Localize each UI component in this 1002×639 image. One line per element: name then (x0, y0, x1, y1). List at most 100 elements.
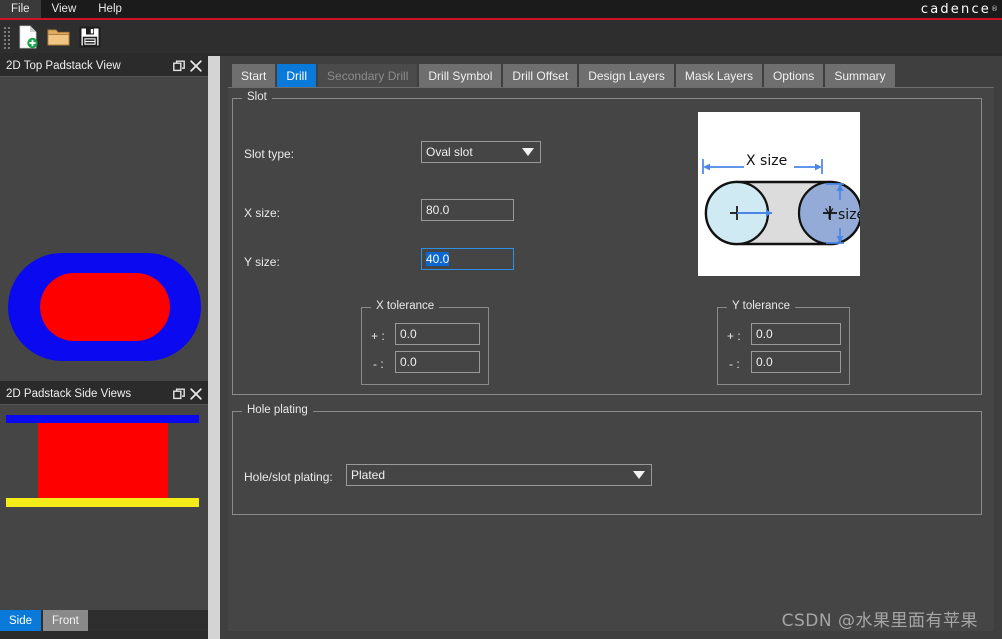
tab-start-label: Start (241, 68, 267, 83)
slot-type-combo[interactable]: Oval slot (421, 141, 541, 163)
hole-slot-plating-value: Plated (351, 468, 386, 482)
hole-plating-group: Hole plating Hole/slot plating: Plated (232, 404, 982, 515)
tab-design-layers[interactable]: Design Layers (579, 64, 674, 87)
main-tabbar: Start Drill Secondary Drill Drill Symbol… (232, 64, 897, 87)
close-icon (189, 60, 202, 72)
tab-drill-offset-label: Drill Offset (512, 68, 569, 83)
x-size-value: 80.0 (426, 203, 450, 217)
top-padstack-graphic (0, 77, 208, 381)
tab-mask-layers-label: Mask Layers (684, 68, 753, 83)
application-window: File View Help cadence ® 2D Top Padstack… (0, 0, 1002, 639)
y-tolerance-plus-label: + : (727, 329, 741, 343)
slot-illustration-svg: X size Y size (698, 112, 860, 276)
tab-summary[interactable]: Summary (825, 64, 895, 87)
tab-drill-symbol[interactable]: Drill Symbol (419, 64, 502, 87)
cadence-wordmark: cadence (920, 1, 991, 17)
y-size-input[interactable]: 40.0 (421, 248, 514, 270)
tab-side[interactable]: Side (0, 610, 42, 631)
x-tolerance-plus-value: 0.0 (400, 327, 417, 341)
tab-mask-layers[interactable]: Mask Layers (675, 64, 762, 87)
tab-drill-symbol-label: Drill Symbol (428, 68, 493, 83)
x-size-label: X size: (244, 206, 281, 220)
side-padstack-view-canvas[interactable] (0, 405, 208, 610)
side-padstack-panel-header: 2D Padstack Side Views (0, 384, 208, 405)
top-padstack-panel-title: 2D Top Padstack View (6, 60, 121, 72)
x-tolerance-minus-label: - : (373, 357, 384, 371)
chevron-down-icon (633, 471, 645, 479)
tab-start[interactable]: Start (232, 64, 276, 87)
side-view-tabstrip: Side Front (0, 610, 208, 631)
slot-illustration: X size Y size (698, 112, 860, 276)
hole-slot-plating-label: Hole/slot plating: (244, 470, 333, 484)
tab-drill-label: Drill (286, 68, 308, 83)
y-tolerance-plus-value: 0.0 (756, 327, 773, 341)
tab-drill[interactable]: Drill (277, 64, 317, 87)
slot-type-label: Slot type: (244, 147, 295, 161)
top-padstack-panel: 2D Top Padstack View (0, 56, 208, 381)
side-padstack-close-button[interactable] (187, 386, 204, 403)
float-window-icon (172, 60, 185, 72)
x-tolerance-minus-input[interactable]: 0.0 (395, 351, 480, 373)
left-dock: 2D Top Padstack View 2D Padstack Side Vi… (0, 56, 208, 639)
tab-front-label: Front (52, 614, 79, 627)
new-file-icon (19, 25, 38, 48)
y-tolerance-plus-input[interactable]: 0.0 (751, 323, 841, 345)
side-padstack-panel-title: 2D Padstack Side Views (6, 388, 132, 400)
side-padstack-float-button[interactable] (170, 386, 187, 403)
tab-summary-label: Summary (834, 68, 886, 83)
y-tolerance-group: Y tolerance + : 0.0 - : 0.0 (717, 300, 850, 385)
y-size-value: 40.0 (426, 252, 450, 266)
registered-mark: ® (991, 5, 998, 13)
menu-bar: File View Help cadence ® (0, 0, 1002, 18)
open-folder-icon (47, 29, 70, 45)
x-tolerance-plus-input[interactable]: 0.0 (395, 323, 480, 345)
top-padstack-float-button[interactable] (170, 58, 187, 75)
close-icon (189, 388, 202, 400)
main-pane: Start Drill Secondary Drill Drill Symbol… (220, 56, 1002, 639)
top-padstack-view-canvas[interactable] (0, 77, 208, 381)
menu-view[interactable]: View (41, 0, 88, 18)
tab-secondary-drill-label: Secondary Drill (327, 68, 409, 83)
tab-options[interactable]: Options (763, 64, 824, 87)
tab-front[interactable]: Front (43, 610, 88, 631)
tab-secondary-drill: Secondary Drill (318, 64, 418, 87)
tab-drill-offset[interactable]: Drill Offset (503, 64, 578, 87)
float-window-icon (172, 388, 185, 400)
x-tolerance-minus-value: 0.0 (400, 355, 417, 369)
x-size-caption-text: X size (746, 153, 787, 169)
cadence-logo: cadence ® (921, 0, 998, 18)
drill-tab-page: Slot Slot type: Oval slot X size: 80.0 Y… (228, 87, 994, 631)
top-padstack-close-button[interactable] (187, 58, 204, 75)
hole-slot-plating-combo[interactable]: Plated (346, 464, 652, 486)
tab-side-label: Side (9, 614, 33, 627)
chevron-down-icon (522, 148, 534, 156)
save-button[interactable] (75, 23, 105, 51)
menu-help[interactable]: Help (87, 0, 133, 18)
side-padstack-panel: 2D Padstack Side Views Side Front (0, 384, 208, 631)
slot-group-legend: Slot (242, 91, 272, 103)
new-file-button[interactable] (13, 23, 43, 51)
save-disk-icon (79, 26, 101, 47)
menu-file[interactable]: File (0, 0, 41, 18)
y-tolerance-minus-value: 0.0 (756, 355, 773, 369)
y-tolerance-minus-label: - : (729, 357, 740, 371)
x-tolerance-group: X tolerance + : 0.0 - : 0.0 (361, 300, 489, 385)
x-tolerance-plus-label: + : (371, 329, 385, 343)
dock-splitter-vertical[interactable] (208, 56, 220, 639)
tab-design-layers-label: Design Layers (588, 68, 665, 83)
y-size-caption-text: Y size (824, 207, 860, 223)
y-size-label: Y size: (244, 255, 280, 269)
open-folder-button[interactable] (44, 23, 74, 51)
csdn-watermark: CSDN @水果里面有苹果 (781, 611, 978, 631)
x-tolerance-legend: X tolerance (371, 300, 440, 312)
x-size-input[interactable]: 80.0 (421, 199, 514, 221)
top-padstack-panel-header: 2D Top Padstack View (0, 56, 208, 77)
toolbar (0, 20, 1002, 53)
y-tolerance-minus-input[interactable]: 0.0 (751, 351, 841, 373)
side-padstack-graphic (0, 405, 208, 610)
slot-type-value: Oval slot (426, 145, 473, 159)
slot-group: Slot Slot type: Oval slot X size: 80.0 Y… (232, 91, 982, 395)
hole-plating-legend: Hole plating (242, 404, 313, 416)
toolbar-drag-grip[interactable] (2, 24, 10, 49)
tab-options-label: Options (772, 68, 815, 83)
